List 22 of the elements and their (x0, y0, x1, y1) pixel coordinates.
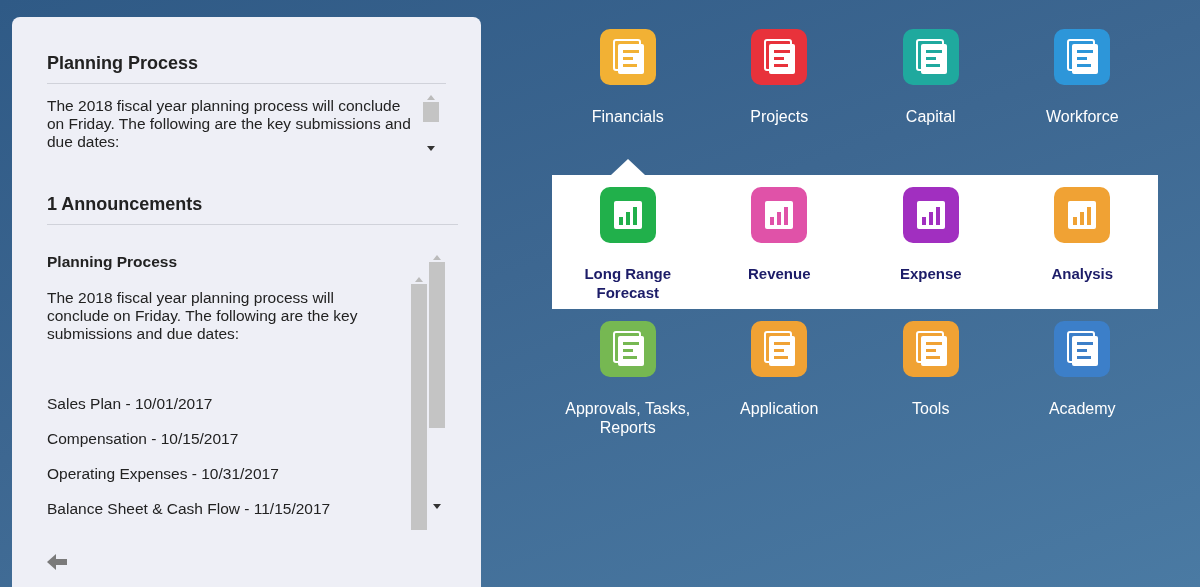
app-tile[interactable]: Capital (855, 29, 1007, 175)
app-tile[interactable]: Projects (703, 29, 855, 175)
announcement-paragraph: The 2018 fiscal year planning process will conclude on Friday. The following are the key submissions and due dates: (47, 289, 359, 343)
submenu-tile[interactable]: Expense (855, 187, 1007, 309)
due-date-item: Balance Sheet & Cash Flow - 11/15/2017 (47, 500, 331, 518)
app-tile[interactable]: Academy (1006, 321, 1158, 453)
due-date-item: Operating Expenses - 10/31/2017 (47, 465, 279, 483)
submenu-tile[interactable]: Analysis (1006, 187, 1158, 309)
app-tile[interactable]: Tools (855, 321, 1007, 453)
submenu-tile[interactable]: Revenue (703, 187, 855, 309)
announcement-title: Planning Process (47, 253, 178, 271)
app-tile[interactable]: Workforce (1006, 29, 1158, 175)
section-heading: Planning Process (47, 52, 199, 74)
due-date-item: Sales Plan - 10/01/2017 (47, 395, 213, 413)
section-heading: 1 Announcements (47, 193, 203, 215)
app-tile[interactable]: Approvals, Tasks, Reports (552, 321, 704, 453)
app-tile[interactable]: Application (703, 321, 855, 453)
info-paragraph: The 2018 fiscal year planning process will conclude on Friday. The following are the key submissions and due dates: (47, 97, 412, 152)
due-date-item: Compensation - 10/15/2017 (47, 430, 239, 448)
submenu-tile[interactable]: Long Range Forecast (552, 187, 704, 309)
app-tile[interactable]: Financials (552, 29, 704, 175)
back-arrow-icon[interactable] (47, 554, 67, 570)
